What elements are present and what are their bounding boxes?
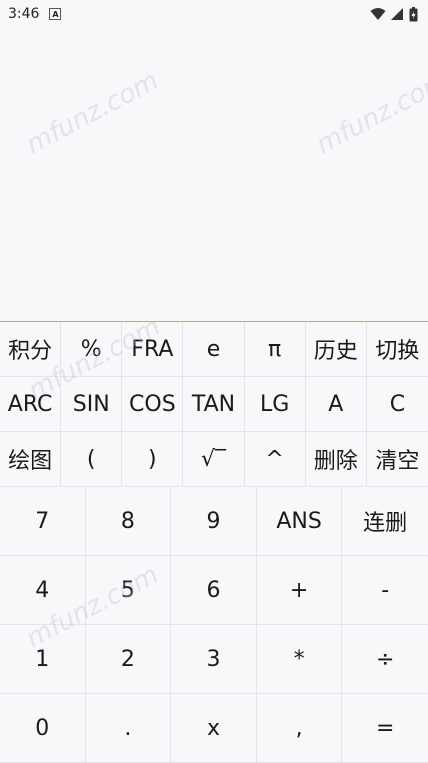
key-multiply[interactable]: * (256, 625, 343, 694)
status-time: 3:46 (8, 6, 40, 22)
keypad: mfunz.com mfunz.com 积分 % FRA e π 历史 切换 A… (0, 312, 428, 763)
key-fraction[interactable]: FRA (122, 322, 184, 377)
key-percent[interactable]: % (61, 322, 123, 377)
key-equals[interactable]: = (342, 694, 428, 763)
key-lg[interactable]: LG (244, 377, 306, 432)
key-plus[interactable]: + (256, 556, 343, 625)
key-plot[interactable]: 绘图 (0, 432, 62, 487)
key-minus[interactable]: - (342, 556, 428, 625)
battery-icon (409, 6, 418, 21)
key-a[interactable]: A (305, 377, 367, 432)
key-integral[interactable]: 积分 (0, 322, 62, 377)
key-switch[interactable]: 切换 (366, 322, 428, 377)
key-comma[interactable]: , (256, 694, 343, 763)
key-history[interactable]: 历史 (305, 322, 367, 377)
key-9[interactable]: 9 (171, 487, 257, 556)
notification-a-icon: A (49, 8, 62, 20)
key-sin[interactable]: SIN (61, 377, 123, 432)
key-decimal[interactable]: . (85, 694, 172, 763)
key-pi[interactable]: π (244, 322, 306, 377)
wifi-icon (370, 8, 386, 20)
key-3[interactable]: 3 (171, 625, 257, 694)
function-keys: 积分 % FRA e π 历史 切换 ARC SIN COS TAN LG A … (0, 322, 428, 487)
cell-signal-icon (391, 8, 403, 20)
key-c[interactable]: C (366, 377, 428, 432)
key-5[interactable]: 5 (85, 556, 172, 625)
key-8[interactable]: 8 (85, 487, 172, 556)
status-left: 3:46 A (8, 6, 62, 22)
key-tan[interactable]: TAN (183, 377, 245, 432)
key-open-paren[interactable]: ( (61, 432, 123, 487)
key-6[interactable]: 6 (171, 556, 257, 625)
key-delete[interactable]: 删除 (305, 432, 367, 487)
key-2[interactable]: 2 (85, 625, 172, 694)
key-sqrt[interactable]: √‾ (183, 432, 245, 487)
key-7[interactable]: 7 (0, 487, 86, 556)
key-close-paren[interactable]: ) (122, 432, 184, 487)
status-right (370, 6, 418, 22)
key-clear[interactable]: 清空 (366, 432, 428, 487)
number-keys: 7 8 9 ANS 连删 4 5 6 + - 1 2 3 * ÷ 0 . x ,… (0, 487, 428, 763)
key-cos[interactable]: COS (122, 377, 184, 432)
calculator-display: mfunz.com mfunz.com (0, 28, 428, 321)
key-divide[interactable]: ÷ (342, 625, 428, 694)
key-continuous-delete[interactable]: 连删 (342, 487, 428, 556)
key-arc[interactable]: ARC (0, 377, 62, 432)
key-ans[interactable]: ANS (256, 487, 343, 556)
watermark: mfunz.com (21, 65, 164, 161)
key-4[interactable]: 4 (0, 556, 86, 625)
key-x[interactable]: x (171, 694, 257, 763)
status-bar: 3:46 A (0, 0, 428, 28)
key-power[interactable]: ^ (244, 432, 306, 487)
key-e[interactable]: e (183, 322, 245, 377)
key-1[interactable]: 1 (0, 625, 86, 694)
watermark: mfunz.com (311, 65, 428, 161)
key-0[interactable]: 0 (0, 694, 86, 763)
